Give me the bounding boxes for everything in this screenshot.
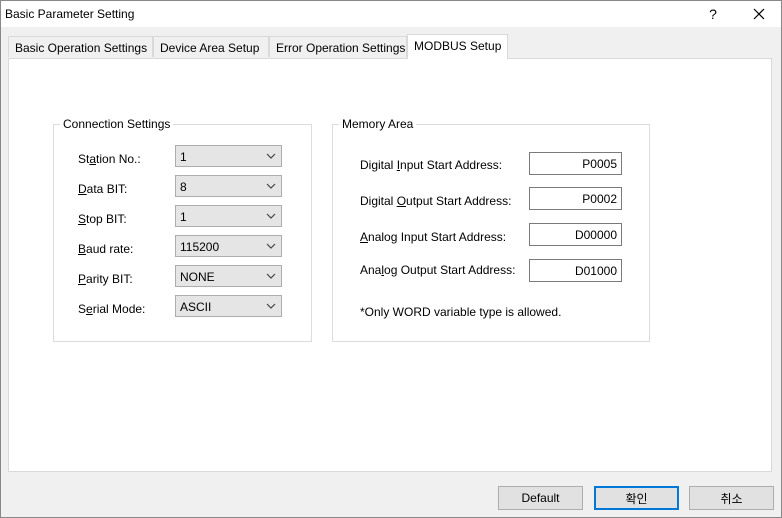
baud-rate-value: 115200	[180, 240, 220, 254]
tab-device-area[interactable]: Device Area Setup	[153, 36, 269, 57]
baud-rate-select[interactable]: 115200	[175, 235, 282, 257]
default-button[interactable]: Default	[498, 486, 583, 510]
serial-mode-select[interactable]: ASCII	[175, 295, 282, 317]
parity-bit-select[interactable]: NONE	[175, 265, 282, 287]
close-button[interactable]	[739, 1, 779, 27]
station-no-value: 1	[180, 150, 187, 164]
parity-bit-value: NONE	[180, 270, 215, 284]
digital-output-start-field[interactable]: P0002	[529, 187, 622, 210]
tab-panel: Connection Settings Station No.: 1 Data …	[8, 58, 772, 472]
digital-output-start-label: Digital Output Start Address:	[360, 194, 512, 208]
stop-bit-select[interactable]: 1	[175, 205, 282, 227]
data-bit-label: Data BIT:	[78, 182, 128, 196]
stop-bit-value: 1	[180, 210, 187, 224]
analog-input-start-field[interactable]: D00000	[529, 223, 622, 246]
close-icon	[753, 8, 765, 20]
analog-output-start-field[interactable]: D01000	[529, 259, 622, 282]
analog-input-start-label: Analog Input Start Address:	[360, 230, 507, 244]
parity-bit-label: Parity BIT:	[78, 272, 133, 286]
serial-mode-value: ASCII	[180, 300, 212, 314]
chevron-down-icon	[266, 303, 276, 309]
tab-error-operation[interactable]: Error Operation Settings	[269, 36, 407, 57]
title-bar: Basic Parameter Setting ?	[1, 1, 781, 27]
stop-bit-label: Stop BIT:	[78, 212, 127, 226]
cancel-button[interactable]: 취소	[689, 486, 774, 510]
help-button[interactable]: ?	[693, 1, 733, 27]
help-icon: ?	[709, 6, 717, 22]
data-bit-select[interactable]: 8	[175, 175, 282, 197]
tab-modbus-setup[interactable]: MODBUS Setup	[407, 34, 508, 59]
station-no-label: Station No.:	[78, 152, 141, 166]
chevron-down-icon	[266, 153, 276, 159]
ok-button[interactable]: 확인	[594, 486, 679, 510]
tab-label: Basic Operation Settings	[15, 41, 148, 55]
digital-input-start-label: Digital Input Start Address:	[360, 158, 503, 172]
word-type-note: *Only WORD variable type is allowed.	[360, 305, 562, 319]
connection-settings-title: Connection Settings	[60, 117, 174, 131]
station-no-select[interactable]: 1	[175, 145, 282, 167]
data-bit-value: 8	[180, 180, 187, 194]
chevron-down-icon	[266, 183, 276, 189]
chevron-down-icon	[266, 273, 276, 279]
window-title: Basic Parameter Setting	[5, 7, 135, 21]
chevron-down-icon	[266, 243, 276, 249]
memory-area-title: Memory Area	[339, 117, 417, 131]
analog-output-start-label: Analog Output Start Address:	[360, 263, 516, 277]
chevron-down-icon	[266, 213, 276, 219]
digital-input-start-field[interactable]: P0005	[529, 152, 622, 175]
tab-basic-operation[interactable]: Basic Operation Settings	[8, 36, 153, 57]
tab-label: Error Operation Settings	[276, 41, 406, 55]
tab-label: Device Area Setup	[160, 41, 260, 55]
serial-mode-label: Serial Mode:	[78, 302, 146, 316]
tab-label: MODBUS Setup	[414, 39, 502, 53]
baud-rate-label: Baud rate:	[78, 242, 134, 256]
